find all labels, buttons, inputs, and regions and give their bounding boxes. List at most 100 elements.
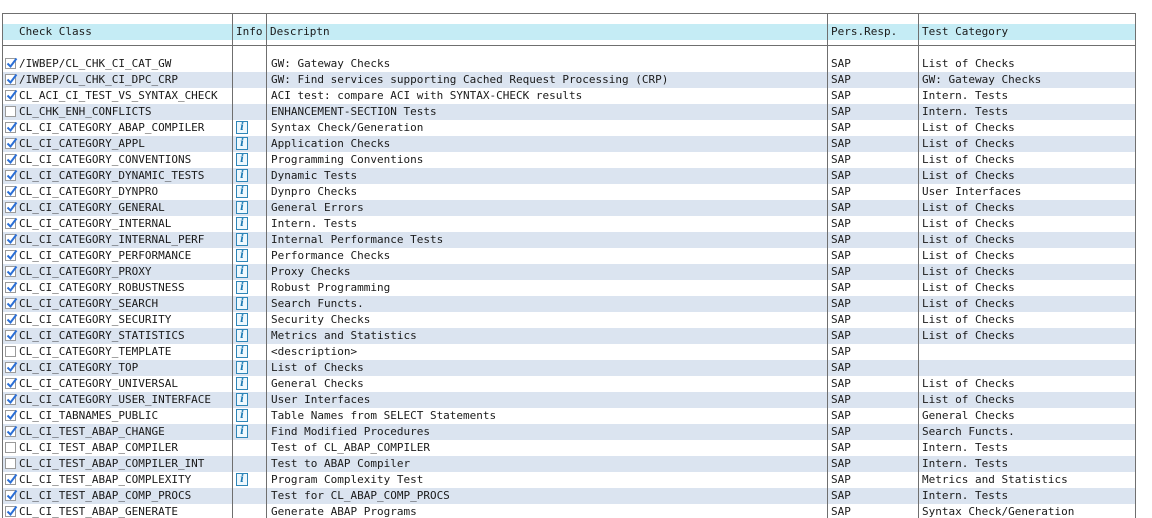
checkbox-checked[interactable] (5, 409, 18, 421)
info-icon[interactable]: i (236, 393, 248, 406)
info-icon[interactable]: i (236, 169, 248, 182)
table-row[interactable]: CL_CI_CATEGORY_GENERAL i General Errors SAP… (3, 200, 1135, 216)
checkbox-checked[interactable] (5, 153, 18, 165)
checkbox-checked[interactable] (5, 169, 18, 181)
checkbox-checked[interactable] (5, 505, 18, 517)
table-row[interactable]: CL_CI_CATEGORY_ABAP_COMPILER i Syntax Chec… (3, 120, 1135, 136)
check-class-cell: CL_ACI_CI_TEST_VS_SYNTAX_CHECK (3, 88, 232, 104)
info-icon[interactable]: i (236, 265, 248, 278)
column-header-info[interactable]: Info (233, 24, 266, 40)
description-cell: Test to ABAP Compiler (271, 457, 411, 470)
table-row[interactable]: CL_CI_CATEGORY_PROXY i Proxy Checks SAP List… (3, 264, 1135, 280)
checkbox-checked[interactable] (5, 329, 18, 341)
check-class-name: CL_CI_CATEGORY_INTERNAL_PERF (19, 233, 205, 246)
table-row[interactable]: CL_CI_TEST_ABAP_CHANGE i Find Modified Pro… (3, 424, 1135, 440)
info-icon[interactable]: i (236, 137, 248, 150)
column-header-pers-resp[interactable]: Pers.Resp. (828, 24, 918, 40)
table-row[interactable]: CL_CI_TEST_ABAP_GENERATE Generate ABAP Pr… (3, 504, 1135, 518)
checkbox-checked[interactable] (5, 425, 18, 437)
info-icon[interactable]: i (236, 249, 248, 262)
info-icon[interactable]: i (236, 377, 248, 390)
check-mark-icon (6, 425, 18, 437)
info-icon[interactable]: i (236, 201, 248, 214)
table-row[interactable]: CL_CI_TEST_ABAP_COMPILER_INT Test to ABAP… (3, 456, 1135, 472)
table-row[interactable]: CL_CI_CATEGORY_INTERNAL i Intern. Tests SAP… (3, 216, 1135, 232)
check-class-cell: CL_CI_CATEGORY_CONVENTIONS (3, 152, 232, 168)
checkbox-checked[interactable] (5, 361, 18, 373)
table-row[interactable]: CL_ACI_CI_TEST_VS_SYNTAX_CHECK ACI test: … (3, 88, 1135, 104)
info-icon[interactable]: i (236, 185, 248, 198)
table-row[interactable]: /IWBEP/CL_CHK_CI_CAT_GW GW: Gateway Check… (3, 56, 1135, 72)
table-row[interactable]: CL_CI_CATEGORY_TOP i List of Checks SAP (3, 360, 1135, 376)
pers-resp-cell: SAP (831, 297, 851, 310)
checkbox-checked[interactable] (5, 393, 18, 405)
table-row[interactable]: CL_CI_CATEGORY_DYNPRO i Dynpro Checks SAP Us… (3, 184, 1135, 200)
table-row[interactable]: CL_CI_TEST_ABAP_COMPLEXITY i Program Compl… (3, 472, 1135, 488)
table-row[interactable]: CL_CI_CATEGORY_ROBUSTNESS i Robust Program… (3, 280, 1135, 296)
pers-resp-cell: SAP (831, 137, 851, 150)
info-icon[interactable]: i (236, 345, 248, 358)
info-icon[interactable]: i (236, 329, 248, 342)
table-row[interactable]: CL_CI_TABNAMES_PUBLIC i Table Names from S… (3, 408, 1135, 424)
table-row[interactable]: CL_CI_CATEGORY_INTERNAL_PERF i Internal Pe… (3, 232, 1135, 248)
checkbox-checked[interactable] (5, 201, 18, 213)
checkbox-checked[interactable] (5, 185, 18, 197)
test-category-cell (922, 360, 1134, 376)
check-mark-icon (6, 313, 18, 325)
checkbox-checked[interactable] (5, 281, 18, 293)
checkbox-checked[interactable] (5, 265, 18, 277)
column-header-check-class[interactable]: Check Class (3, 24, 232, 40)
checkbox-checked[interactable] (5, 489, 18, 501)
info-icon[interactable]: i (236, 233, 248, 246)
info-icon[interactable]: i (236, 313, 248, 326)
table-row[interactable]: CL_CI_CATEGORY_SEARCH i Search Functs. SAP L… (3, 296, 1135, 312)
table-row[interactable]: CL_CI_CATEGORY_APPL i Application Checks SA… (3, 136, 1135, 152)
checkbox-checked[interactable] (5, 377, 18, 389)
checkbox-checked[interactable] (5, 297, 18, 309)
checkbox-checked[interactable] (5, 73, 18, 85)
check-class-name: CL_CI_CATEGORY_PROXY (19, 265, 152, 278)
check-class-cell: CL_CI_CATEGORY_STATISTICS (3, 328, 232, 344)
table-row[interactable]: CL_CI_CATEGORY_STATISTICS i Metrics and St… (3, 328, 1135, 344)
table-row[interactable]: CL_CHK_ENH_CONFLICTS ENHANCEMENT-SECTION … (3, 104, 1135, 120)
info-icon[interactable]: i (236, 473, 248, 486)
checkbox-unchecked[interactable] (5, 458, 16, 469)
description-cell: Generate ABAP Programs (271, 505, 417, 518)
info-icon[interactable]: i (236, 121, 248, 134)
checkbox-checked[interactable] (5, 121, 18, 133)
checkbox-unchecked[interactable] (5, 346, 16, 357)
check-mark-icon (6, 233, 18, 245)
column-header-test-category[interactable]: Test Category (919, 24, 1135, 40)
info-icon[interactable]: i (236, 153, 248, 166)
table-row[interactable]: CL_CI_CATEGORY_CONVENTIONS i Programming C… (3, 152, 1135, 168)
table-row[interactable]: CL_CI_TEST_ABAP_COMPILER Test of CL_ABAP_… (3, 440, 1135, 456)
table-row[interactable]: CL_CI_CATEGORY_USER_INTERFACE i User Inter… (3, 392, 1135, 408)
table-row[interactable]: CL_CI_CATEGORY_SECURITY i Security Checks S… (3, 312, 1135, 328)
table-row[interactable]: CL_CI_CATEGORY_TEMPLATE i <description> SAP (3, 344, 1135, 360)
info-icon[interactable]: i (236, 217, 248, 230)
description-cell: Intern. Tests (271, 217, 358, 230)
info-cell (233, 456, 266, 472)
checkbox-checked[interactable] (5, 137, 18, 149)
checkbox-checked[interactable] (5, 233, 18, 245)
checkbox-checked[interactable] (5, 313, 18, 325)
checkbox-checked[interactable] (5, 217, 18, 229)
check-class-name: CL_CI_CATEGORY_USER_INTERFACE (19, 393, 212, 406)
checkbox-checked[interactable] (5, 57, 18, 69)
info-icon[interactable]: i (236, 281, 248, 294)
table-row[interactable]: CL_CI_CATEGORY_DYNAMIC_TESTS i Dynamic Tes… (3, 168, 1135, 184)
checkbox-checked[interactable] (5, 89, 18, 101)
info-icon[interactable]: i (236, 297, 248, 310)
table-row[interactable]: /IWBEP/CL_CHK_CI_DPC_CRP GW: Find service… (3, 72, 1135, 88)
info-icon[interactable]: i (236, 409, 248, 422)
info-icon[interactable]: i (236, 361, 248, 374)
info-icon[interactable]: i (236, 425, 248, 438)
checkbox-checked[interactable] (5, 249, 18, 261)
checkbox-checked[interactable] (5, 473, 18, 485)
column-header-description[interactable]: Descriptn (267, 24, 827, 40)
checkbox-unchecked[interactable] (5, 442, 16, 453)
table-row[interactable]: CL_CI_TEST_ABAP_COMP_PROCS Test for CL_AB… (3, 488, 1135, 504)
table-row[interactable]: CL_CI_CATEGORY_PERFORMANCE i Performance C… (3, 248, 1135, 264)
checkbox-unchecked[interactable] (5, 106, 16, 117)
table-row[interactable]: CL_CI_CATEGORY_UNIVERSAL i General Checks S… (3, 376, 1135, 392)
